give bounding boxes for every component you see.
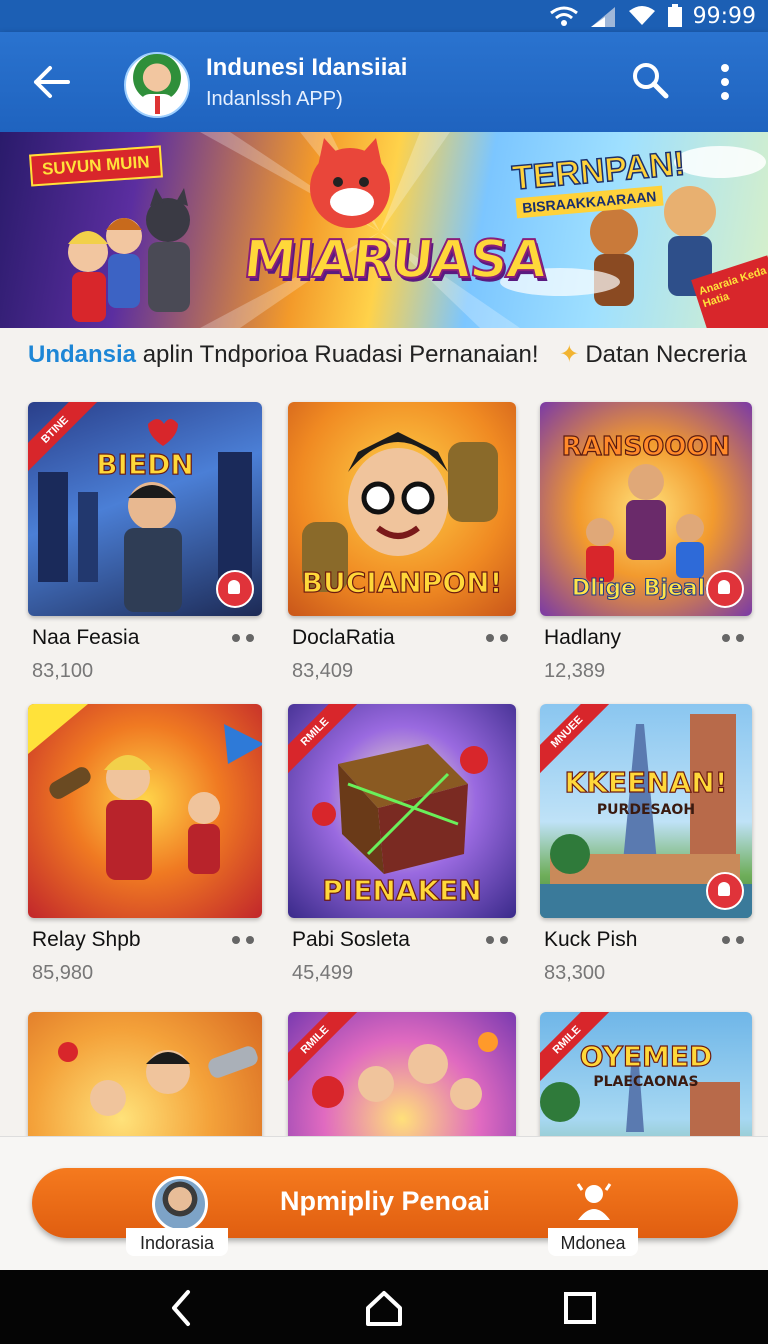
wifi-icon	[549, 6, 578, 26]
card-menu-icon[interactable]	[722, 634, 744, 642]
tagline-brand: Undansia	[28, 341, 137, 368]
tagline-extra: Datan Necreria	[585, 341, 747, 368]
game-thumbnail[interactable]: BUCIANPON!	[288, 402, 516, 616]
card-art-title: RANSOOON	[561, 431, 731, 462]
bottom-tab-right[interactable]: Mdonea	[548, 1228, 638, 1256]
game-count: 45,499	[292, 962, 354, 984]
signal-icon	[590, 7, 615, 27]
nav-back-icon[interactable]	[160, 1286, 204, 1330]
status-time: 99:99	[692, 3, 756, 29]
wifi-strength-icon	[628, 6, 655, 25]
game-count: 83,100	[32, 660, 94, 682]
game-name: Relay Shpb	[32, 928, 141, 951]
game-thumbnail[interactable]: BTINE BIEDN	[28, 402, 262, 616]
game-thumbnail[interactable]	[28, 704, 262, 918]
more-options-icon[interactable]	[714, 62, 736, 102]
card-art-title: OYEMED	[579, 1039, 713, 1073]
status-bar: 99:99	[0, 0, 768, 32]
card-art-title: PIENAKEN	[322, 873, 483, 907]
game-thumbnail[interactable]: MNUEE KKEENAN! PURDESAOH	[540, 704, 752, 918]
profile-avatar[interactable]	[152, 1176, 208, 1232]
game-thumbnail[interactable]: RMILE PIENAKEN	[288, 704, 516, 918]
game-art	[28, 704, 262, 880]
search-icon[interactable]	[630, 60, 670, 100]
game-name: Pabi Sosleta	[292, 928, 410, 951]
card-art-subtitle: PURDESAOH	[596, 802, 696, 818]
tagline: Undansia aplin Tndporioa Ruadasi Pernana…	[28, 340, 747, 369]
game-count: 83,409	[292, 660, 354, 682]
game-name: Naa Feasia	[32, 626, 140, 649]
card-art-subtitle: PLAECAONAS	[593, 1074, 699, 1090]
card-menu-icon[interactable]	[486, 936, 508, 944]
system-nav-bar	[0, 1270, 768, 1344]
page-subtitle: Indanlssh APP)	[206, 88, 343, 110]
game-count: 85,980	[32, 962, 94, 984]
sparkle-icon: ✦	[559, 341, 580, 368]
banner-title: MIARUASA	[240, 229, 550, 291]
nav-home-icon[interactable]	[362, 1286, 406, 1330]
game-name: Hadlany	[544, 626, 622, 649]
download-badge-icon[interactable]	[706, 872, 744, 910]
app-bar: Indunesi Idansiiai Indanlssh APP)	[0, 32, 768, 132]
avatar[interactable]	[124, 52, 190, 118]
card-art-title: BUCIANPON!	[301, 565, 503, 599]
bottom-tab-left[interactable]: Indorasia	[126, 1228, 228, 1256]
page-title: Indunesi Idansiiai	[206, 54, 408, 81]
back-arrow-icon[interactable]	[28, 60, 74, 104]
card-menu-icon[interactable]	[232, 634, 254, 642]
tagline-text: aplin Tndporioa Ruadasi Pernanaian!	[142, 341, 539, 368]
card-art-title: KKEENAN!	[564, 765, 728, 799]
download-badge-icon[interactable]	[706, 570, 744, 608]
download-badge-icon[interactable]	[216, 570, 254, 608]
primary-action-label: Npmipliy Penoai	[279, 1186, 491, 1216]
promo-banner[interactable]: SUVUN MUIN MIARUASA TERNPAN! BISRAAKKAAR…	[0, 132, 768, 328]
card-menu-icon[interactable]	[486, 634, 508, 642]
game-name: Kuck Pish	[544, 928, 638, 951]
game-thumbnail[interactable]: RANSOOON Dlige Bjeale	[540, 402, 752, 616]
game-count: 83,300	[544, 962, 606, 984]
battery-icon	[667, 4, 682, 27]
game-name: DoclaRatia	[292, 626, 395, 649]
card-menu-icon[interactable]	[232, 936, 254, 944]
card-art-title: BIEDN	[96, 447, 195, 481]
game-count: 12,389	[544, 660, 606, 682]
nav-recents-icon[interactable]	[558, 1286, 602, 1330]
card-menu-icon[interactable]	[722, 936, 744, 944]
person-icon[interactable]	[572, 1180, 616, 1224]
